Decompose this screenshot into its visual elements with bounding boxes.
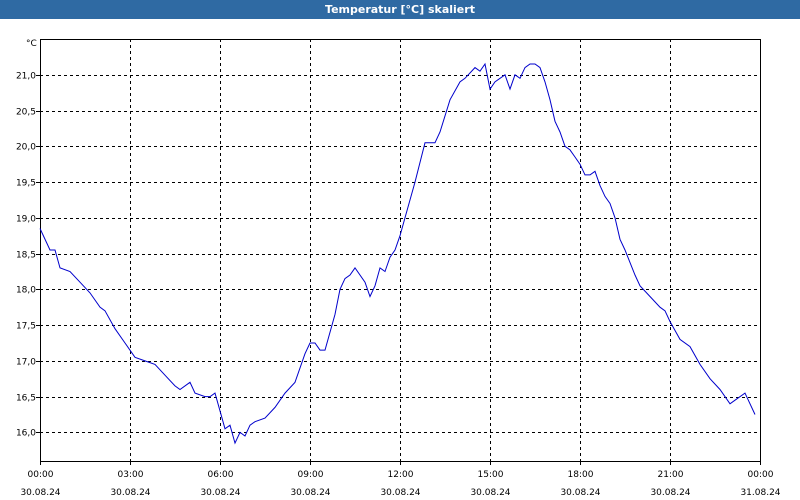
x-tick-time-label: 06:00 bbox=[208, 470, 234, 480]
x-tick-date-label: 30.08.24 bbox=[20, 488, 60, 498]
y-tick-label: 18,0 bbox=[16, 286, 36, 296]
y-tick-label: 19,0 bbox=[16, 215, 36, 225]
grid-lines bbox=[40, 39, 760, 461]
y-tick-label: 20,0 bbox=[16, 143, 36, 153]
x-tick-time-label: 12:00 bbox=[388, 470, 414, 480]
x-tick-time-label: 09:00 bbox=[298, 470, 324, 480]
y-axis-unit-label: °C bbox=[26, 39, 37, 49]
y-tick-label: 17,5 bbox=[16, 322, 36, 332]
x-tick-date-label: 30.08.24 bbox=[200, 488, 240, 498]
series-group bbox=[39, 62, 756, 445]
y-tick-label: 16,5 bbox=[16, 394, 36, 404]
x-tick-time-label: 00:00 bbox=[748, 470, 774, 480]
x-tick-date-label: 30.08.24 bbox=[560, 488, 600, 498]
x-tick-date-label: 30.08.24 bbox=[380, 488, 420, 498]
y-tick-label: 17,0 bbox=[16, 358, 36, 368]
x-tick-time-label: 21:00 bbox=[658, 470, 684, 480]
x-tick-date-label: 31.08.24 bbox=[740, 488, 780, 498]
y-tick-label: 20,5 bbox=[16, 108, 36, 118]
chart-title: Temperatur [°C] skaliert bbox=[325, 3, 475, 16]
y-tick-label: 16,0 bbox=[16, 429, 36, 439]
x-tick-date-label: 30.08.24 bbox=[110, 488, 150, 498]
x-tick-time-label: 15:00 bbox=[478, 470, 504, 480]
x-tick-date-label: 30.08.24 bbox=[290, 488, 330, 498]
temperature-series-line bbox=[39, 62, 756, 445]
y-tick-label: 21,0 bbox=[16, 72, 36, 82]
x-tick-time-label: 18:00 bbox=[568, 470, 594, 480]
chart-title-bar: Temperatur [°C] skaliert bbox=[0, 0, 800, 19]
x-tick-time-label: 03:00 bbox=[118, 470, 144, 480]
x-tick-date-label: 30.08.24 bbox=[650, 488, 690, 498]
y-tick-label: 19,5 bbox=[16, 179, 36, 189]
x-tick-time-label: 00:00 bbox=[28, 470, 54, 480]
y-axis-ticks: 16,0 16,5 17,0 17,5 18,0 18,5 19,0 19,5 20,0 20,5… bbox=[16, 72, 40, 439]
x-axis-ticks: 00:00 30.08.24 03:00 30.08.24 06:00 30.08.24 0… bbox=[20, 461, 781, 498]
y-tick-label: 18,5 bbox=[16, 251, 36, 261]
x-tick-date-label: 30.08.24 bbox=[470, 488, 510, 498]
temperature-chart: °C 16,0 16,5 17,0 17,5 18,0 18,5 19,0 19,5 20,0 2… bbox=[16, 39, 781, 498]
